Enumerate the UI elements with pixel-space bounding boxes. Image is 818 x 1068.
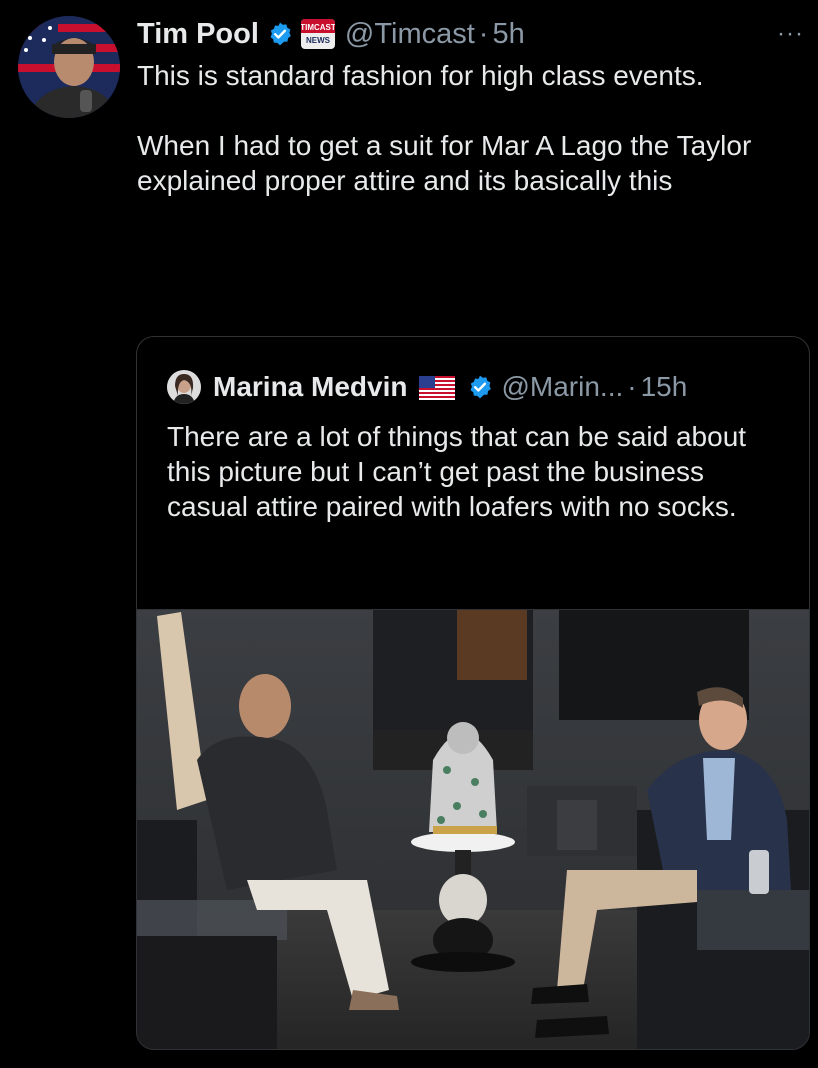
quoted-author-name[interactable]: Marina Medvin bbox=[213, 371, 407, 403]
timcast-news-badge-icon: TIMCAST NEWS bbox=[300, 19, 336, 49]
tweet-paragraph: This is standard fashion for high class … bbox=[137, 60, 704, 91]
us-flag-icon bbox=[419, 375, 456, 400]
author-avatar[interactable] bbox=[18, 16, 120, 118]
post-time[interactable]: 5h bbox=[492, 18, 524, 51]
tweet-paragraph: When I had to get a suit for Mar A Lago … bbox=[137, 130, 752, 196]
author-handle[interactable]: @Timcast bbox=[345, 18, 475, 51]
quoted-author-avatar[interactable] bbox=[167, 370, 201, 404]
author-name[interactable]: Tim Pool bbox=[137, 18, 259, 51]
tweet-header: Tim Pool TIMCAST NEWS @Timcast · 5h bbox=[137, 14, 525, 54]
attached-photo[interactable] bbox=[137, 609, 809, 1049]
svg-text:NEWS: NEWS bbox=[306, 36, 331, 45]
separator-dot: · bbox=[478, 17, 489, 50]
quoted-author-handle[interactable]: @Marin... bbox=[501, 371, 623, 403]
separator-dot: · bbox=[627, 371, 637, 402]
avatar-image bbox=[18, 16, 120, 118]
more-options-icon[interactable]: ··· bbox=[777, 20, 804, 48]
interview-photo-image bbox=[137, 610, 809, 1049]
quoted-tweet-text: There are a lot of things that can be sa… bbox=[167, 421, 747, 522]
svg-text:TIMCAST: TIMCAST bbox=[301, 23, 335, 32]
verified-check-icon bbox=[267, 21, 293, 47]
verified-check-icon bbox=[467, 374, 493, 400]
tweet-text: This is standard fashion for high class … bbox=[137, 58, 797, 198]
quoted-tweet[interactable]: Marina Medvin @Marin... · 15h There are … bbox=[136, 336, 810, 1050]
quoted-tweet-header: Marina Medvin @Marin... · 15h bbox=[167, 367, 687, 407]
quoted-post-time[interactable]: 15h bbox=[641, 371, 688, 403]
